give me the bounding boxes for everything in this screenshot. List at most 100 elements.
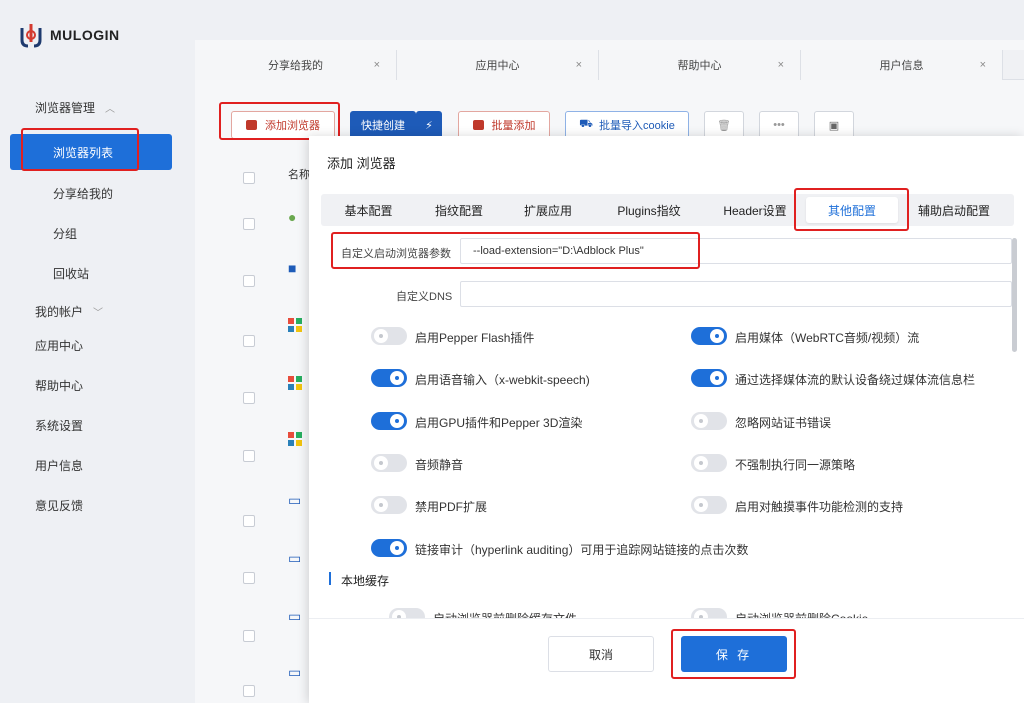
calendar-icon: ▣ [828, 119, 840, 132]
sidebar-group-my-account[interactable]: 我的帐户 ﹀ [35, 303, 103, 320]
row-checkbox[interactable] [243, 335, 255, 347]
sidebar-group-browser-mgmt[interactable]: 浏览器管理 ︿ [35, 99, 115, 116]
tab-label: 帮助中心 [677, 60, 722, 72]
select-all-checkbox[interactable] [243, 172, 255, 184]
cancel-button[interactable]: 取消 [548, 636, 654, 672]
tab-share-to-me[interactable]: 分享给我的 × [195, 50, 397, 80]
row-checkbox[interactable] [243, 392, 255, 404]
toggle-media-stream[interactable] [691, 327, 727, 345]
toggle-knob [694, 456, 708, 470]
toggle-disable-pdf-label: 禁用PDF扩展 [415, 500, 488, 514]
tab-label: 用户信息 [879, 60, 924, 72]
batch-import-cookie-button[interactable]: ⛟ 批量导入cookie [565, 111, 689, 139]
toggle-disable-same-origin[interactable] [691, 454, 727, 472]
row-checkbox[interactable] [243, 630, 255, 642]
app-logo: MULOGIN [18, 22, 120, 48]
modal-tab-extensions[interactable]: 扩展应用 [502, 197, 594, 223]
row-checkbox[interactable] [243, 218, 255, 230]
quick-create-button[interactable]: 快捷创建 [350, 111, 416, 139]
modal-footer [309, 618, 1024, 703]
custom-dns-input[interactable] [460, 281, 1012, 307]
save-button[interactable]: 保 存 [681, 636, 787, 672]
laptop-icon: ▭ [288, 550, 302, 566]
calendar-button[interactable]: ▣ [814, 111, 854, 139]
toggle-bypass-media-infobar-label: 通过选择媒体流的默认设备绕过媒体流信息栏 [735, 373, 976, 387]
close-icon[interactable]: × [778, 59, 784, 71]
toggle-pepper-flash-label: 启用Pepper Flash插件 [415, 331, 535, 345]
toggle-ignore-cert-errors-label: 忽略网站证书错误 [735, 416, 832, 430]
modal-tab-header[interactable]: Header设置 [704, 197, 806, 223]
toggle-knob [374, 498, 388, 512]
modal-tab-other[interactable]: 其他配置 [806, 197, 898, 223]
row-checkbox[interactable] [243, 275, 255, 287]
modal-scrollbar[interactable] [1012, 238, 1017, 352]
modal-tabs: 基本配置 指纹配置 扩展应用 Plugins指纹 Header设置 其他配置 辅… [321, 194, 1014, 226]
sidebar-item-group[interactable]: 分组 [53, 225, 77, 242]
toggle-audio-mute-label: 音频静音 [415, 458, 464, 472]
sidebar-item-recycle[interactable]: 回收站 [53, 265, 89, 282]
toggle-knob [710, 371, 724, 385]
logo-text: MULOGIN [50, 27, 120, 43]
modal-title: 添加 浏览器 [327, 156, 396, 171]
windows-icon [288, 432, 302, 449]
toggle-knob [390, 414, 404, 428]
tab-help-center[interactable]: 帮助中心 × [599, 50, 801, 80]
toggle-knob [374, 456, 388, 470]
sidebar-group-label: 浏览器管理 [35, 101, 96, 115]
row-checkbox[interactable] [243, 572, 255, 584]
custom-dns-label: 自定义DNS [396, 291, 453, 303]
toggle-touch-events[interactable] [691, 496, 727, 514]
modal-tab-basic[interactable]: 基本配置 [321, 197, 416, 223]
sidebar-item-system-settings[interactable]: 系统设置 [35, 417, 83, 434]
batch-add-button[interactable]: 批量添加 [458, 111, 550, 139]
modal-tab-launch-assist[interactable]: 辅助启动配置 [898, 197, 1010, 223]
row-checkbox[interactable] [243, 450, 255, 462]
toggle-bypass-media-infobar[interactable] [691, 369, 727, 387]
close-icon[interactable]: × [576, 59, 582, 71]
sidebar-item-browser-list[interactable]: 浏览器列表 [10, 134, 172, 170]
tab-label: 分享给我的 [268, 60, 323, 72]
custom-args-label: 自定义启动浏览器参数 [341, 248, 451, 260]
tab-app-center[interactable]: 应用中心 × [397, 50, 599, 80]
delete-button[interactable]: 🗑 [704, 111, 744, 139]
toggle-hyperlink-auditing-label: 链接审计（hyperlink auditing）可用于追踪网站链接的点击次数 [415, 543, 749, 557]
modal-tab-plugins[interactable]: Plugins指纹 [594, 197, 704, 223]
section-accent-bar [329, 572, 331, 585]
sidebar-item-share-to-me[interactable]: 分享给我的 [53, 185, 113, 202]
more-button[interactable]: ••• [759, 111, 799, 139]
magic-wand-icon: ⚡ [425, 119, 433, 132]
sidebar-group-label: 我的帐户 [35, 305, 84, 319]
tab-user-info[interactable]: 用户信息 × [801, 50, 1003, 80]
name-column-header: 名称 [288, 169, 310, 181]
toggle-knob [374, 329, 388, 343]
sidebar-item-feedback[interactable]: 意见反馈 [35, 497, 83, 514]
toggle-disable-same-origin-label: 不强制执行同一源策略 [735, 458, 856, 472]
row-checkbox[interactable] [243, 515, 255, 527]
sidebar-item-app-center[interactable]: 应用中心 [35, 337, 83, 354]
toggle-ignore-cert-errors[interactable] [691, 412, 727, 430]
toggle-audio-mute[interactable] [371, 454, 407, 472]
toggle-gpu-pepper3d[interactable] [371, 412, 407, 430]
batch-add-label: 批量添加 [491, 120, 536, 132]
laptop-icon: ▭ [288, 664, 302, 680]
trash-icon: 🗑 [717, 119, 731, 132]
toggle-hyperlink-auditing[interactable] [371, 539, 407, 557]
toggle-disable-pdf[interactable] [371, 496, 407, 514]
add-browser-button[interactable]: 添加浏览器 [231, 111, 335, 139]
sidebar-item-user-info[interactable]: 用户信息 [35, 457, 83, 474]
sidebar-item-label: 浏览器列表 [53, 145, 114, 160]
custom-args-input[interactable]: --load-extension="D:\Adblock Plus" [460, 238, 1012, 264]
toggle-media-stream-label: 启用媒体（WebRTC音频/视频）流 [735, 331, 920, 345]
section-title-local-cache: 本地缓存 [341, 574, 390, 588]
page-tabbar: 分享给我的 × 应用中心 × 帮助中心 × 用户信息 × [195, 50, 1024, 80]
modal-tab-fingerprint[interactable]: 指纹配置 [416, 197, 502, 223]
quick-create-magic-button[interactable]: ⚡ [416, 111, 442, 139]
import-icon: ⛟ [579, 118, 594, 130]
close-icon[interactable]: × [980, 59, 986, 71]
toggle-knob [710, 329, 724, 343]
toggle-pepper-flash[interactable] [371, 327, 407, 345]
sidebar-item-help-center[interactable]: 帮助中心 [35, 377, 83, 394]
close-icon[interactable]: × [374, 59, 380, 71]
row-checkbox[interactable] [243, 685, 255, 697]
toggle-speech-input[interactable] [371, 369, 407, 387]
